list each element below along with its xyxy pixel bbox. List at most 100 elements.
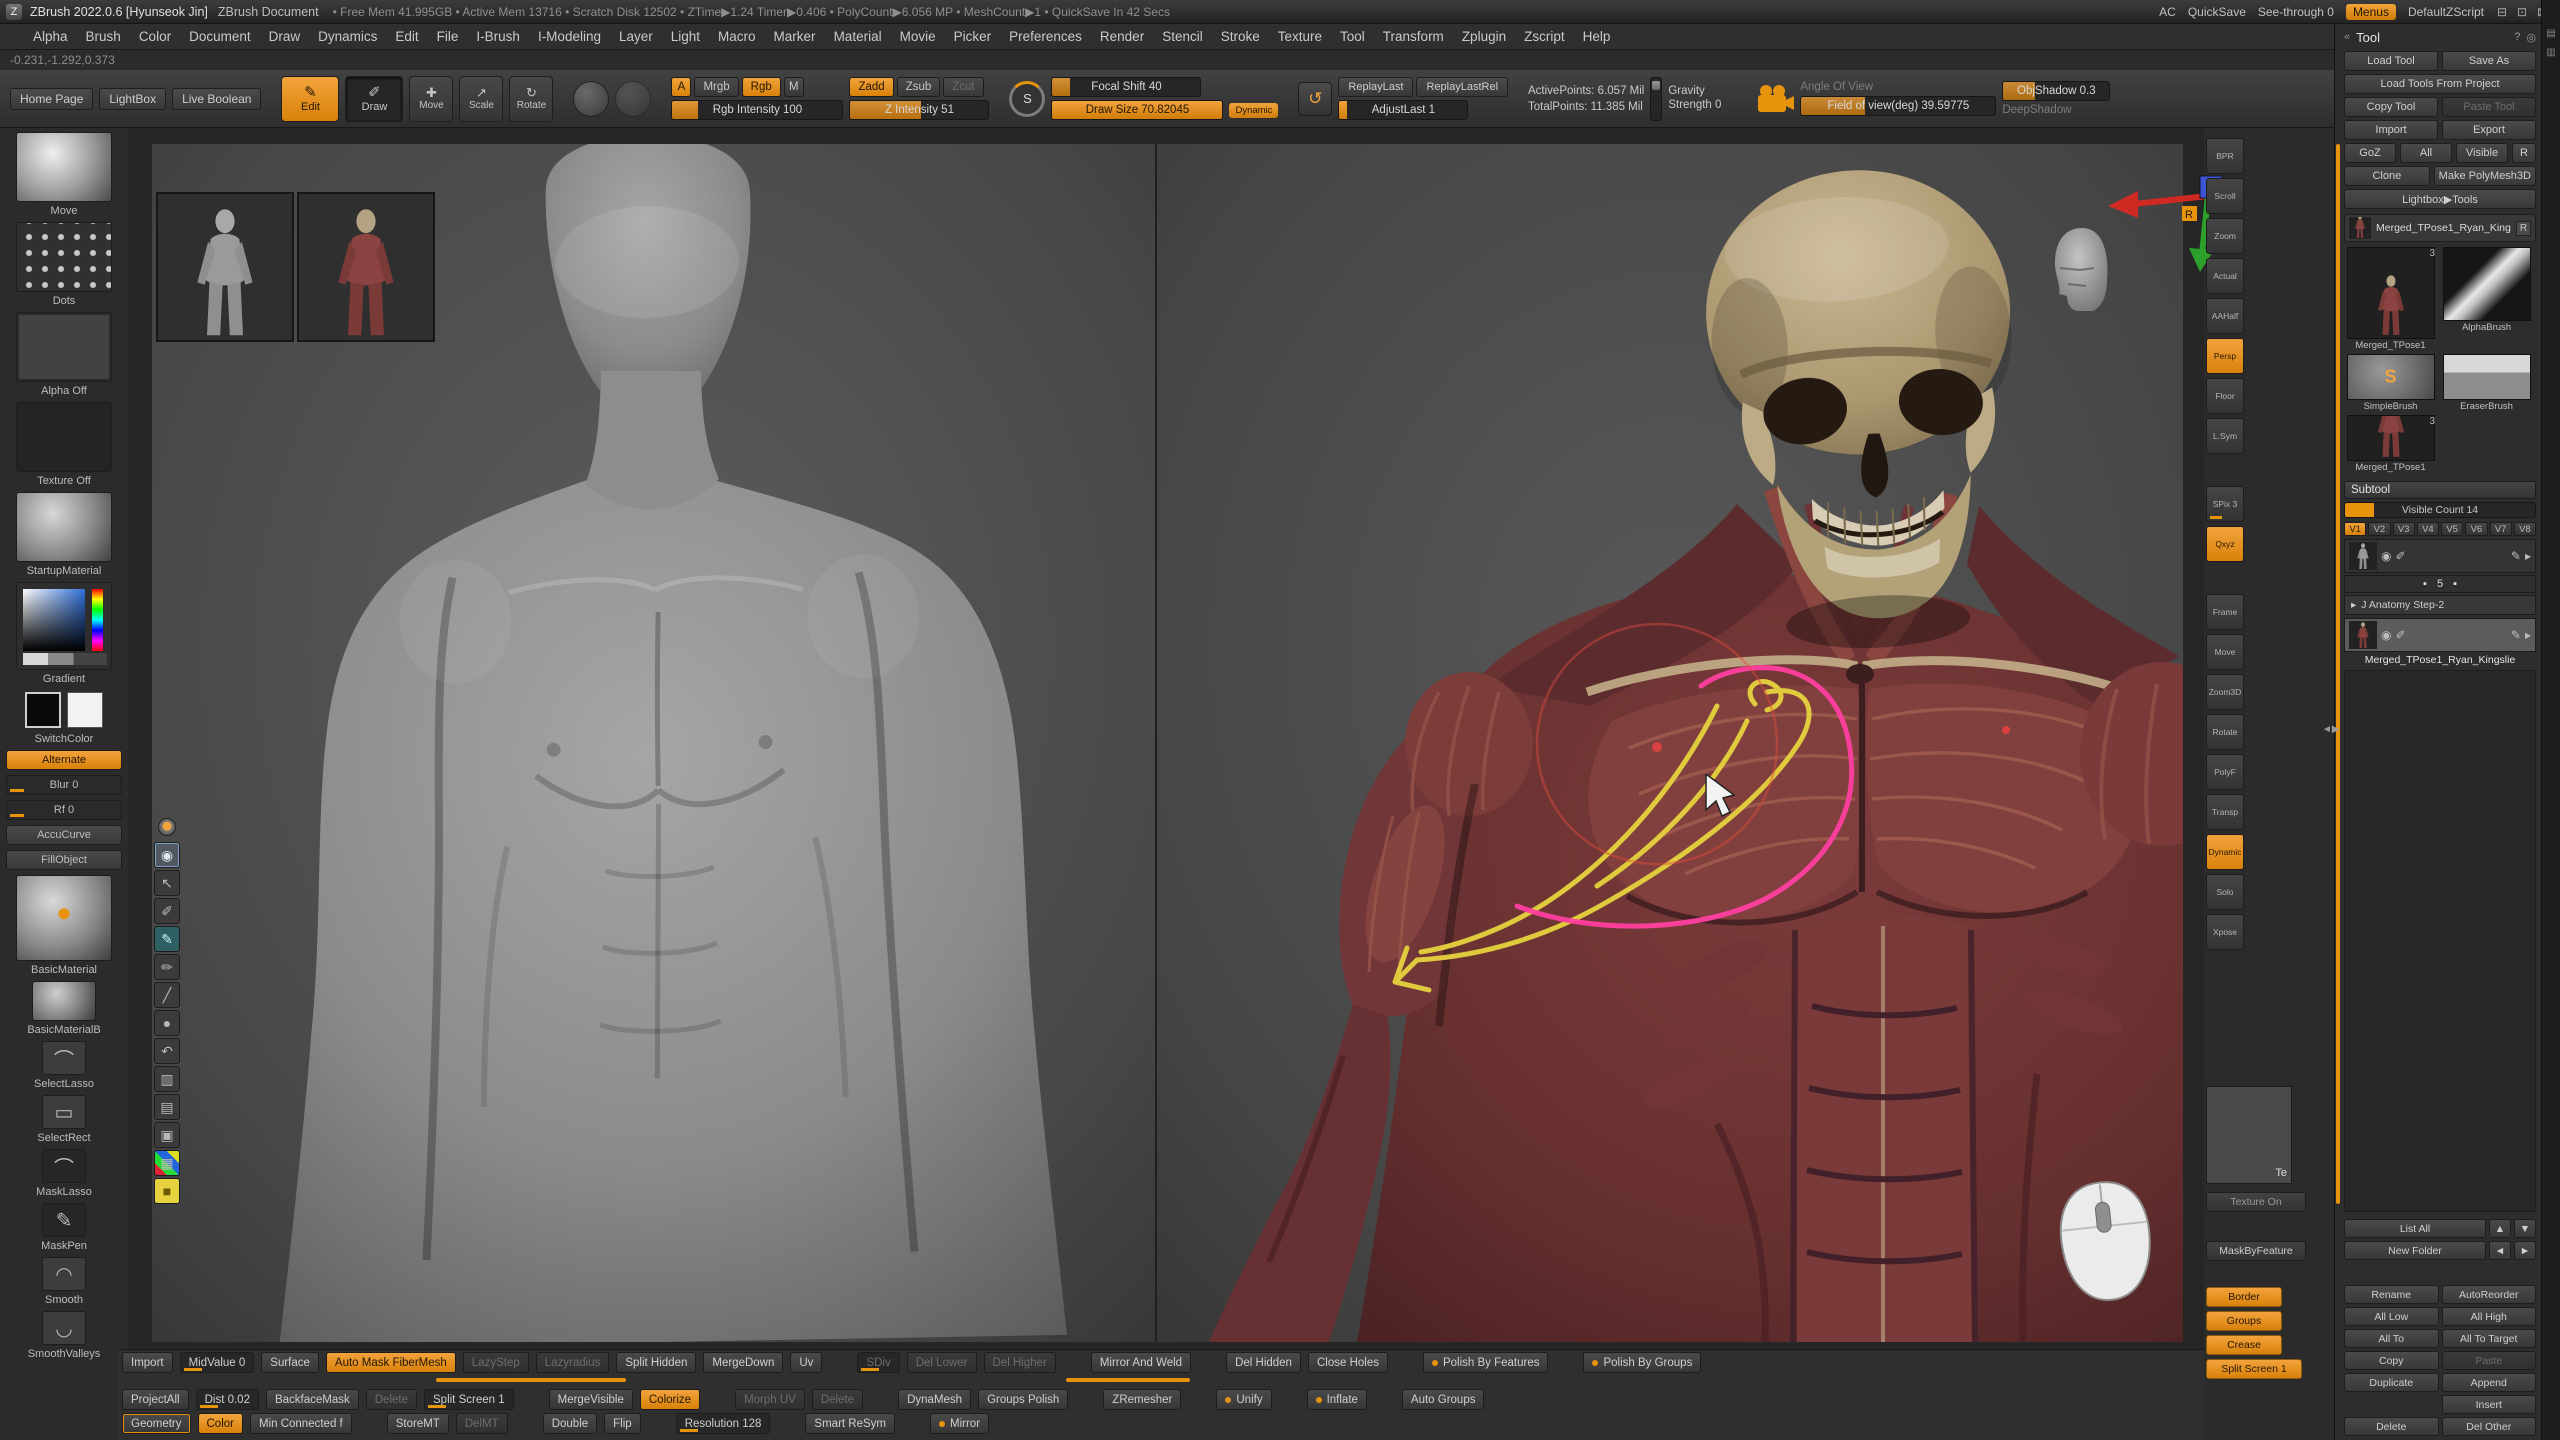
eye-icon[interactable]: ◉ [2381,628,2391,642]
viewport-right[interactable] [1155,144,2183,1342]
window-control-icon[interactable]: ⊡ [2514,5,2530,19]
points-vslider[interactable] [1650,77,1662,121]
tray-button[interactable]: Persp [2206,338,2244,374]
pen-icon[interactable]: ✎ [2511,549,2521,563]
subtool-view-tab[interactable]: V4 [2417,522,2439,536]
subtool-action-button[interactable]: Rename [2344,1285,2439,1304]
edge-dock-icon[interactable]: ▥ [2546,47,2555,58]
zadd-toggle[interactable]: Zadd [849,77,893,97]
import-button[interactable]: Import [2344,120,2438,140]
menu-item[interactable]: Stroke [1212,29,1269,44]
bottom-bar-button[interactable]: DelMT [456,1413,508,1434]
live-boolean-button[interactable]: Live Boolean [172,88,261,110]
menu-item[interactable]: File [428,29,468,44]
subtool-view-tab[interactable]: V2 [2368,522,2390,536]
bottom-bar-button[interactable]: Smart ReSym [805,1413,895,1434]
copy-tool-button[interactable]: Copy Tool [2344,97,2438,117]
strip-icon[interactable]: ✏ [154,954,180,980]
subtool-view-tab[interactable]: V1 [2344,522,2366,536]
tool-thumbnail[interactable]: SimpleBrush [2344,354,2437,412]
subtool-folder-row[interactable]: ▸ J Anatomy Step-2 [2344,595,2536,615]
titlebar-toggle[interactable]: See-through 0 [2258,5,2334,19]
strip-icon[interactable]: ▦ [154,1150,180,1176]
menu-item[interactable]: Macro [709,29,765,44]
replay-last-button[interactable]: ReplayLast [1338,77,1413,97]
bottom-bar-button[interactable]: Auto Groups [1402,1389,1485,1410]
menu-item[interactable]: I-Modeling [529,29,610,44]
lightbox-button[interactable]: LightBox [99,88,166,110]
home-page-button[interactable]: Home Page [10,88,93,110]
bottom-bar-button[interactable]: Del Higher [984,1352,1056,1373]
bottom-bar-button[interactable]: SDiv [857,1352,899,1373]
bottom-bar-button[interactable]: Flip [604,1413,641,1434]
channel-a-toggle[interactable]: A [671,77,691,97]
save-as-button[interactable]: Save As [2442,51,2536,71]
strip-icon[interactable]: ✎ [154,926,180,952]
focal-shift-slider[interactable]: Focal Shift 40 [1051,77,1201,97]
replay-last-rel-button[interactable]: ReplayLastRel [1416,77,1508,97]
rgb-intensity-slider[interactable]: Rgb Intensity 100 [671,100,843,120]
tray-button[interactable]: Floor [2206,378,2244,414]
goz-r-button[interactable]: R [2512,143,2536,163]
folder-right-icon[interactable]: ► [2514,1241,2536,1260]
panel-resize-handle[interactable]: ◄▶ [2322,724,2340,735]
palette-item[interactable]: StartupMaterial [16,492,112,577]
menu-item[interactable]: Brush [77,29,130,44]
obj-shadow-slider[interactable]: ObjShadow 0.3 [2002,81,2110,101]
menu-item[interactable]: Light [662,29,709,44]
bottom-bar-button[interactable]: Polish By Features [1423,1352,1549,1373]
tray-orange-button[interactable]: Split Screen 1 [2206,1359,2302,1379]
paint-icon[interactable]: ✐ [2395,549,2405,563]
goz-visible-button[interactable]: Visible [2456,143,2508,163]
level-left-icon[interactable]: ▪ [2423,578,2427,590]
tray-button[interactable]: SPix 3 [2206,486,2244,522]
palette-item[interactable]: SwitchColor [22,690,106,745]
dynamic-toggle[interactable]: Dynamic [1229,103,1278,118]
white-swatch[interactable] [67,692,103,728]
menu-item[interactable]: Document [180,29,260,44]
bottom-bar-button[interactable]: MergeDown [703,1352,783,1373]
palette-item-thumbnail[interactable]: ✎ [42,1203,86,1237]
bottom-bar-button[interactable]: ZRemesher [1103,1389,1181,1410]
texture-on-button[interactable]: Texture On [2206,1192,2306,1212]
tray-button[interactable]: Transp [2206,794,2244,830]
tray-button[interactable]: L.Sym [2206,418,2244,454]
pen-icon[interactable]: ✎ [2511,628,2521,642]
load-tools-from-project-button[interactable]: Load Tools From Project [2344,74,2536,94]
bottom-bar-button[interactable]: StoreMT [387,1413,449,1434]
bottom-bar-button[interactable]: Unify [1216,1389,1271,1410]
zsub-toggle[interactable]: Zsub [897,77,941,97]
make-polymesh3d-button[interactable]: Make PolyMesh3D [2434,166,2536,186]
list-all-button[interactable]: List All [2344,1219,2486,1238]
bottom-bar-button[interactable]: Del Lower [907,1352,977,1373]
folder-left-icon[interactable]: ◄ [2489,1241,2511,1260]
menu-item[interactable]: Edit [386,29,427,44]
palette-item-thumbnail[interactable]: ◡ [42,1311,86,1345]
panel-header-icon[interactable]: ◎ [2526,31,2536,44]
bottom-bar-button[interactable]: Delete [366,1389,417,1410]
palette-item-thumbnail[interactable] [16,132,112,202]
palette-item[interactable]: ⌒ SelectLasso [34,1041,94,1090]
bottom-bar-button[interactable]: Auto Mask FiberMesh [326,1352,456,1373]
visible-count-slider[interactable]: Visible Count 14 [2344,502,2536,518]
subtool-action-button[interactable]: Duplicate [2344,1373,2439,1392]
scale-button[interactable]: ↗Scale [459,76,503,122]
tray-orange-button[interactable]: Groups [2206,1311,2282,1331]
flag-icon[interactable]: ▸ [2525,628,2531,642]
edge-dock-icon[interactable]: ▤ [2546,28,2555,39]
subtool-row[interactable]: ◉ ✐ ✎ ▸ [2344,539,2536,573]
bottom-bar-button[interactable]: Dist 0.02 [196,1389,259,1410]
palette-item-thumbnail[interactable] [16,875,112,961]
tray-button[interactable]: Dynamic [2206,834,2244,870]
subtool-view-tab[interactable]: V3 [2393,522,2415,536]
m-toggle[interactable]: M [784,77,804,97]
mask-by-feature-button[interactable]: MaskByFeature [2206,1241,2306,1261]
bottom-bar-button[interactable]: Surface [261,1352,319,1373]
subtool-row-selected[interactable]: ◉ ✐ ✎ ▸ [2344,618,2536,652]
bottom-bar-button[interactable]: Morph UV [735,1389,805,1410]
palette-item[interactable]: Dots [16,222,112,307]
subtool-section-header[interactable]: Subtool [2344,481,2536,499]
collapse-icon[interactable]: « [2344,31,2350,43]
palette-item[interactable]: ◠ Smooth [42,1257,86,1306]
subtool-view-tab[interactable]: V8 [2514,522,2536,536]
